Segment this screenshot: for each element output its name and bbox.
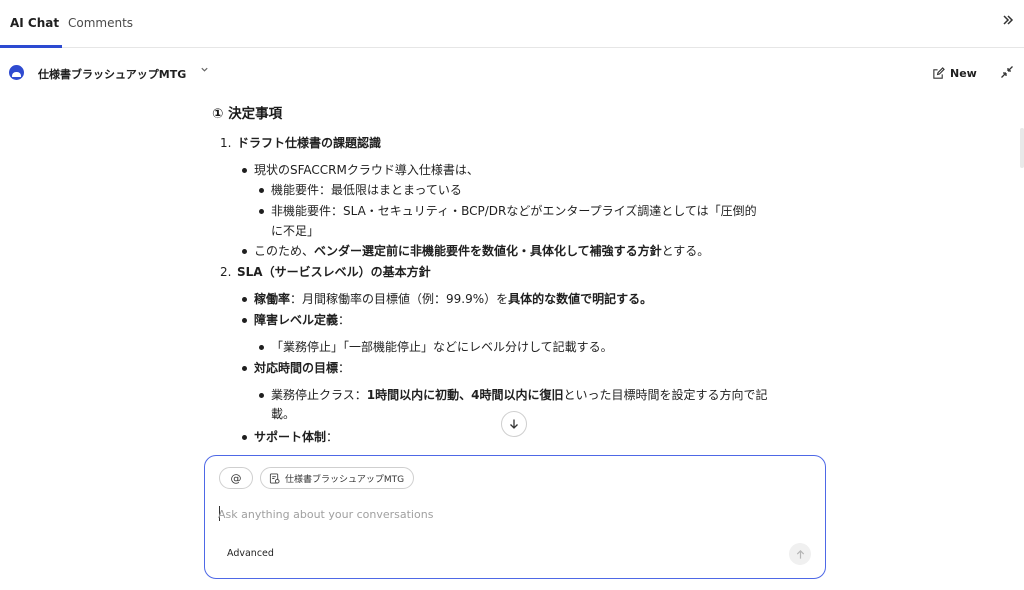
list-item: 稼働率：月間稼働率の目標値（例：99.9%）を具体的な数値で明記する。 [254,292,653,306]
chat-content: ① 決定事項 1. ドラフト仕様書の課題認識 現状のSFACCRMクラウド導入仕… [0,96,1024,448]
new-chat-label: New [950,66,977,80]
list-item: 現状のSFACCRMクラウド導入仕様書は、 [254,163,479,177]
list-item: 対応時間の目標： [254,361,351,375]
conversation-title[interactable]: 仕様書ブラッシュアップMTG [38,66,186,82]
list-item: このため、ベンダー選定前に非機能要件を数値化・具体化して補強する方針とする。 [254,244,710,258]
new-chat-button[interactable]: New [932,64,977,82]
chevron-down-icon[interactable] [200,65,209,77]
bullet-icon [242,435,247,440]
arrow-up-icon [796,549,804,559]
document-icon [269,472,280,484]
collapse-arrows-icon[interactable] [1000,65,1014,79]
list-item-title: ドラフト仕様書の課題認識 [237,136,382,150]
advanced-button[interactable]: Advanced [227,548,274,559]
list-number: 1. [220,136,232,150]
double-chevron-right-icon[interactable] [1002,14,1014,30]
tab-comments[interactable]: Comments [68,16,133,30]
list-item: 業務停止クラス：1時間以内に初動、4時間以内に復旧といった目標時間を設定する方向… [271,388,768,402]
list-item-continuation: に不足」 [271,224,320,238]
scroll-down-button[interactable] [501,411,527,437]
list-item: 「業務停止」「一部機能停止」などにレベル分けして記載する。 [271,340,613,354]
bullet-icon [259,345,264,350]
section-title: ① 決定事項 [212,106,283,122]
arrow-down-icon [510,419,518,429]
list-item-title: SLA（サービスレベル）の基本方針 [237,265,431,279]
list-item: 機能要件：最低限はまとまっている [271,183,462,197]
chat-composer: @ 仕様書ブラッシュアップMTG Advanced [204,455,826,579]
ask-input[interactable] [218,505,778,523]
bullet-icon [242,249,247,254]
tab-ai-chat[interactable]: AI Chat [10,16,59,30]
context-chip-label: 仕様書ブラッシュアップMTG [285,474,405,485]
list-number: 2. [220,265,232,279]
bullet-icon [259,209,264,214]
bullet-icon [259,393,264,398]
send-button[interactable] [789,543,811,565]
bullet-icon [242,318,247,323]
edit-icon [933,66,945,79]
mention-button[interactable]: @ [219,467,253,489]
conversation-header: 仕様書ブラッシュアップMTG New [0,58,1024,88]
active-tab-indicator [0,45,62,48]
context-chip[interactable]: 仕様書ブラッシュアップMTG [260,467,415,489]
tab-bar: AI Chat Comments [0,0,1024,48]
bullet-icon [242,297,247,302]
list-item: 非機能要件：SLA・セキュリティ・BCP/DRなどがエンタープライズ調達としては… [271,204,757,218]
bullet-icon [242,168,247,173]
bullet-icon [259,188,264,193]
list-item: 障害レベル定義： [254,313,351,327]
bullet-icon [242,366,247,371]
avatar [9,65,24,80]
list-item-continuation: 載。 [271,407,296,421]
list-item: サポート体制： [254,430,339,444]
